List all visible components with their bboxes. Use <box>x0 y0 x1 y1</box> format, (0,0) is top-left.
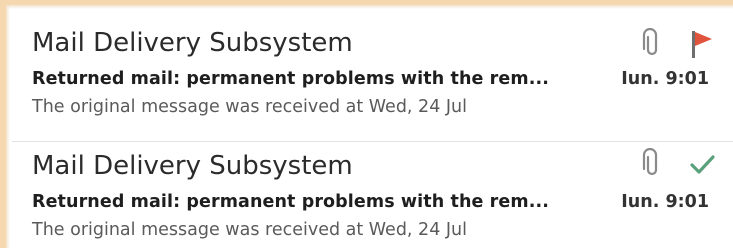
message-sender: Mail Delivery Subsystem <box>32 151 353 181</box>
message-list: Mail Delivery Subsystem Returned mail: p… <box>12 10 733 248</box>
message-item[interactable]: Mail Delivery Subsystem Returned mail: p… <box>12 138 733 248</box>
message-time: Iun. 9:01 <box>621 69 709 89</box>
paperclip-icon <box>639 148 665 180</box>
paperclip-icon <box>639 28 665 60</box>
message-sender: Mail Delivery Subsystem <box>32 28 353 58</box>
message-subject: Returned mail: permanent problems with t… <box>32 192 549 212</box>
message-preview: The original message was received at Wed… <box>32 97 468 117</box>
message-divider <box>12 141 733 142</box>
flag-icon[interactable] <box>689 28 715 60</box>
message-item[interactable]: Mail Delivery Subsystem Returned mail: p… <box>12 10 733 138</box>
checkmark-icon[interactable] <box>689 148 715 180</box>
message-time: Iun. 9:01 <box>621 192 709 212</box>
message-subject: Returned mail: permanent problems with t… <box>32 69 549 89</box>
message-preview: The original message was received at Wed… <box>32 220 468 240</box>
